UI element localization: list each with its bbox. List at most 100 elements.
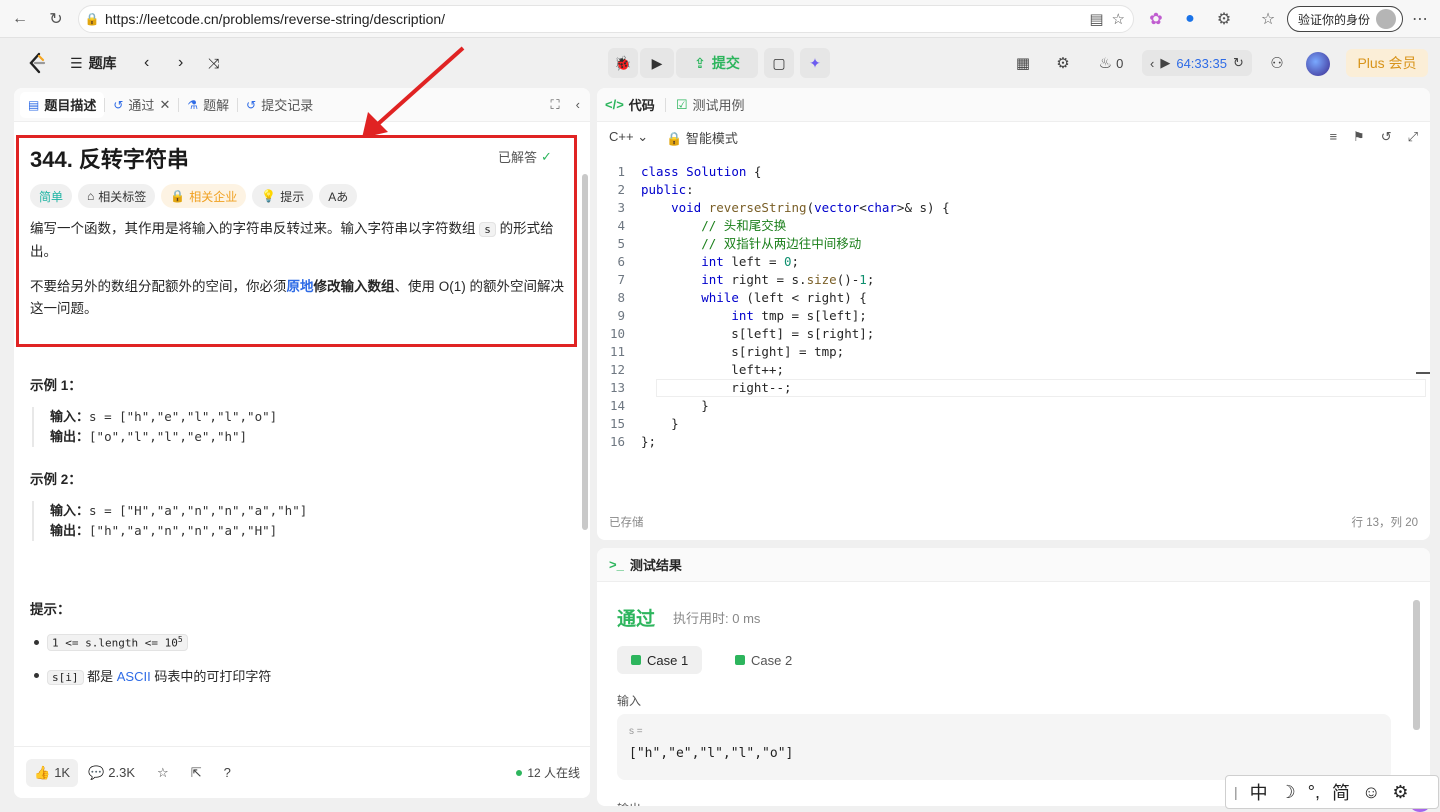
layout-grid-icon[interactable]: ▦	[1012, 52, 1034, 74]
output-label: 输出：	[50, 429, 90, 444]
case-1-tab[interactable]: Case 1	[617, 646, 703, 674]
help-icon[interactable]: ?	[224, 765, 231, 780]
problemset-nav[interactable]: ☰ 题库	[70, 51, 117, 75]
submit-button[interactable]: ⇪ 提交	[676, 48, 758, 78]
plus-member-button[interactable]: Plus 会员	[1346, 49, 1428, 77]
ime-moon-icon[interactable]: ☽	[1280, 782, 1296, 803]
reader-icon[interactable]: ▤	[1089, 10, 1103, 28]
hint-label: 提示	[280, 189, 305, 204]
description-paragraph-2: 不要给另外的数组分配额外的空间，你必须原地修改输入数组、使用 O(1) 的额外空…	[30, 276, 570, 320]
url-text[interactable]: https://leetcode.cn/problems/reverse-str…	[105, 11, 445, 27]
timer-prev-icon[interactable]: ‹	[1150, 56, 1154, 71]
in-place-link[interactable]: 原地	[287, 279, 314, 294]
ai-sparkle-icon[interactable]: ✦	[800, 48, 830, 78]
site-info-icon[interactable]: 🔒	[79, 12, 105, 26]
run-icon[interactable]: ▶	[640, 48, 674, 78]
prev-problem-icon[interactable]: ‹	[144, 51, 149, 75]
code-editor-panel: </> 代码 ☑ 测试用例 C++ ⌄ 🔒 智能模式 ≡ ⚑ ↺ ⤢ 1 clas…	[597, 88, 1430, 540]
share-icon[interactable]: ⇱	[191, 765, 202, 781]
example-1-input: s = ["h","e","l","l","o"]	[89, 409, 278, 424]
line-number: 11	[609, 344, 625, 359]
tab-accepted[interactable]: ↺ 通过 ✕	[105, 92, 178, 118]
close-tab-icon[interactable]: ✕	[159, 97, 170, 113]
note-icon[interactable]: ▢	[764, 48, 794, 78]
ime-settings-icon[interactable]: ⚙	[1392, 782, 1408, 803]
format-icon[interactable]: ≡	[1329, 129, 1337, 145]
favorites-icon[interactable]: ☆	[1254, 5, 1282, 33]
user-avatar[interactable]	[1306, 52, 1330, 76]
bullet-icon	[34, 639, 39, 645]
case-2-tab[interactable]: Case 2	[721, 646, 806, 674]
related-tags-button[interactable]: ⌂ 相关标签	[78, 184, 156, 208]
language-select[interactable]: C++ ⌄	[609, 129, 648, 145]
address-bar[interactable]: 🔒 https://leetcode.cn/problems/reverse-s…	[78, 5, 1134, 33]
collapse-icon[interactable]: ‹	[576, 97, 580, 113]
tab-testcase[interactable]: ☑ 测试用例	[676, 95, 745, 114]
profile-avatar	[1376, 9, 1397, 29]
bookmark-icon[interactable]: ⚑	[1353, 129, 1365, 145]
add-friend-icon[interactable]: ⚇	[1266, 52, 1288, 74]
like-button[interactable]: 👍 1K	[26, 758, 79, 787]
ime-chinese-mode[interactable]: 中	[1250, 779, 1268, 805]
timer-play-icon[interactable]: ▶	[1160, 55, 1170, 71]
tab-solutions[interactable]: ⚗ 题解	[179, 92, 237, 118]
tab-description[interactable]: ▤ 题目描述	[20, 91, 105, 118]
leetcode-logo-icon[interactable]	[26, 52, 48, 74]
constraint-code: 1 <= s.length <= 105	[47, 634, 188, 651]
document-icon: ▤	[28, 97, 40, 112]
hint-button[interactable]: 💡 提示	[252, 184, 314, 208]
favorite-star-icon[interactable]: ☆	[1112, 10, 1125, 28]
input-section-label: 输入	[617, 694, 642, 708]
code-line: 16};	[597, 433, 1430, 451]
online-count: 12 人在线	[516, 764, 580, 781]
constraint-exponent: 5	[177, 635, 183, 644]
expand-icon[interactable]: ⤢	[1408, 129, 1418, 145]
mode-toggle[interactable]: 🔒 智能模式	[666, 128, 738, 147]
extension-brain-icon[interactable]: ✿	[1142, 5, 1170, 33]
translate-button[interactable]: Aあ	[319, 184, 358, 208]
related-companies-label: 相关企业	[189, 189, 238, 204]
reset-icon[interactable]: ↺	[1381, 129, 1392, 145]
check-icon	[735, 655, 745, 665]
editor-tabs: </> 代码 ☑ 测试用例	[597, 88, 1430, 122]
streak-counter[interactable]: ♨ 0	[1094, 52, 1128, 74]
ime-simplified-mode[interactable]: 简	[1332, 779, 1350, 805]
profile-button[interactable]: 验证你的身份	[1287, 6, 1404, 32]
ascii-link[interactable]: ASCII	[117, 669, 151, 684]
debug-icon[interactable]: 🐞	[608, 48, 638, 78]
extensions-puzzle-icon[interactable]: ⚙	[1210, 5, 1238, 33]
back-icon[interactable]: ←	[6, 5, 34, 33]
settings-gear-icon[interactable]: ⚙	[1052, 52, 1074, 74]
input-label: 输入：	[50, 409, 90, 424]
tab-code[interactable]: </> 代码	[605, 95, 655, 114]
line-number: 14	[609, 398, 625, 413]
line-number: 9	[617, 308, 625, 323]
comments-button[interactable]: 💬 2.3K	[88, 765, 135, 781]
extension-icon[interactable]: ●	[1176, 5, 1204, 33]
solved-status: 已解答 ✓	[498, 147, 552, 166]
lock-icon: 🔒	[170, 189, 186, 203]
code-area[interactable]: 1 class Solution { 2 public: 3 void revers…	[597, 163, 1430, 451]
constraint-text: 1 <= s.length <= 10	[52, 636, 178, 650]
related-companies-button[interactable]: 🔒 相关企业	[161, 184, 247, 208]
timer-widget[interactable]: ‹ ▶ 64:33:35 ↻	[1142, 50, 1252, 76]
refresh-icon[interactable]: ↻	[42, 5, 70, 33]
constraint-text-end: 码表中的可打印字符	[150, 669, 272, 684]
lightbulb-icon: 💡	[261, 189, 277, 203]
fullscreen-icon[interactable]: ⛶	[551, 97, 560, 113]
tab-submissions[interactable]: ↺ 提交记录	[238, 92, 321, 118]
scrollbar[interactable]	[582, 174, 588, 530]
timer-reset-icon[interactable]: ↻	[1233, 55, 1244, 71]
ime-handle-icon[interactable]: |	[1234, 784, 1238, 800]
ime-emoji-icon[interactable]: ☺	[1362, 782, 1380, 803]
shuffle-icon[interactable]: ⤨	[208, 51, 219, 75]
next-problem-icon[interactable]: ›	[178, 51, 183, 75]
thumbs-up-icon: 👍	[34, 764, 51, 780]
more-menu-icon[interactable]: ⋯	[1406, 5, 1434, 33]
ime-punctuation-icon[interactable]: °,	[1308, 782, 1320, 803]
browser-toolbar: ← ↻ 🔒 https://leetcode.cn/problems/rever…	[0, 0, 1440, 38]
test-result-panel: >_ 测试结果 通过 执行用时: 0 ms Case 1 Case 2 输入 s…	[597, 548, 1430, 806]
tag-icon: ⌂	[87, 189, 95, 203]
scrollbar[interactable]	[1413, 600, 1420, 730]
star-icon[interactable]: ☆	[157, 765, 169, 781]
